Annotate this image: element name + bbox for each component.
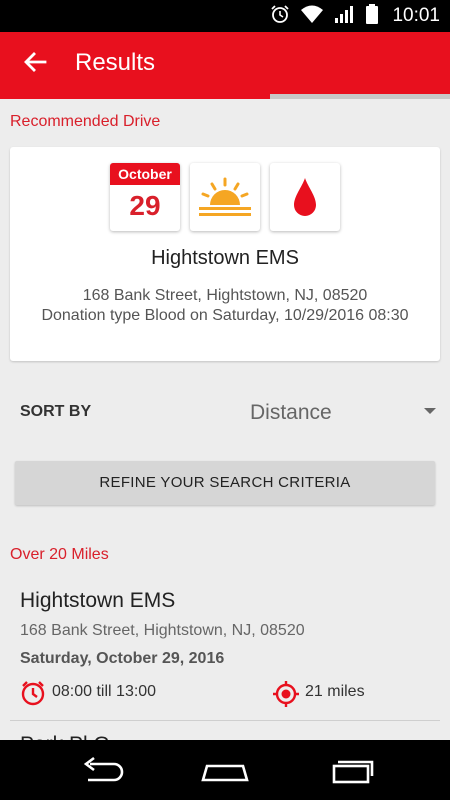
app-bar: Results (0, 32, 450, 94)
system-nav-bar (0, 740, 450, 800)
recommended-drive-details: Donation type Blood on Saturday, 10/29/2… (41, 307, 409, 324)
location-target-icon (272, 680, 300, 708)
list-divider (10, 720, 440, 721)
dropdown-caret-icon (424, 408, 436, 414)
wifi-icon (300, 4, 324, 29)
result-time: 08:00 till 13:00 (52, 683, 157, 700)
sort-selected-value: Distance (250, 401, 332, 424)
refine-search-button[interactable]: REFINE YOUR SEARCH CRITERIA (15, 461, 435, 505)
arrow-back-icon (23, 51, 47, 78)
home-nav-button[interactable] (195, 752, 255, 788)
status-bar: 10:01 (0, 0, 450, 32)
result-date: Saturday, October 29, 2016 (20, 650, 225, 667)
blood-drop-icon (270, 163, 340, 231)
result-address: 168 Bank Street, Hightstown, NJ, 08520 (20, 622, 305, 639)
recommended-section-label: Recommended Drive (10, 113, 161, 130)
recents-nav-icon (320, 760, 380, 792)
status-time: 10:01 (392, 5, 440, 26)
sunrise-icon (190, 163, 260, 231)
sort-by-label: SORT BY (20, 403, 92, 420)
calendar-day: 29 (129, 190, 161, 221)
back-nav-button[interactable] (70, 752, 130, 788)
alarm-icon (270, 4, 290, 29)
back-button[interactable] (18, 49, 52, 79)
result-title: Hightstown EMS (20, 589, 176, 612)
sort-select[interactable]: Distance (190, 396, 440, 430)
page-title: Results (75, 49, 156, 76)
battery-icon (366, 3, 379, 29)
recommended-drive-address: 168 Bank Street, Hightstown, NJ, 08520 (82, 287, 368, 304)
progress-bar (0, 94, 450, 99)
clock-icon (20, 680, 46, 706)
recommended-drive-title: Hightstown EMS (151, 247, 299, 269)
distance-group-label: Over 20 Miles (10, 546, 109, 563)
recommended-drive-card[interactable]: October 29 Hightstown EMS 168 Bank Stree… (10, 147, 440, 361)
recents-nav-button[interactable] (320, 752, 380, 788)
result-list-item[interactable]: Hightstown EMS 168 Bank Street, Hightsto… (0, 575, 450, 721)
home-nav-icon (195, 764, 255, 792)
progress-fill (0, 94, 270, 99)
recommended-drive-info: 168 Bank Street, Hightstown, NJ, 08520 D… (30, 286, 420, 326)
signal-icon (334, 4, 356, 29)
calendar-month: October (110, 163, 180, 185)
back-nav-icon (70, 756, 130, 792)
result-distance: 21 miles (305, 683, 365, 700)
calendar-tile: October 29 (110, 163, 180, 231)
